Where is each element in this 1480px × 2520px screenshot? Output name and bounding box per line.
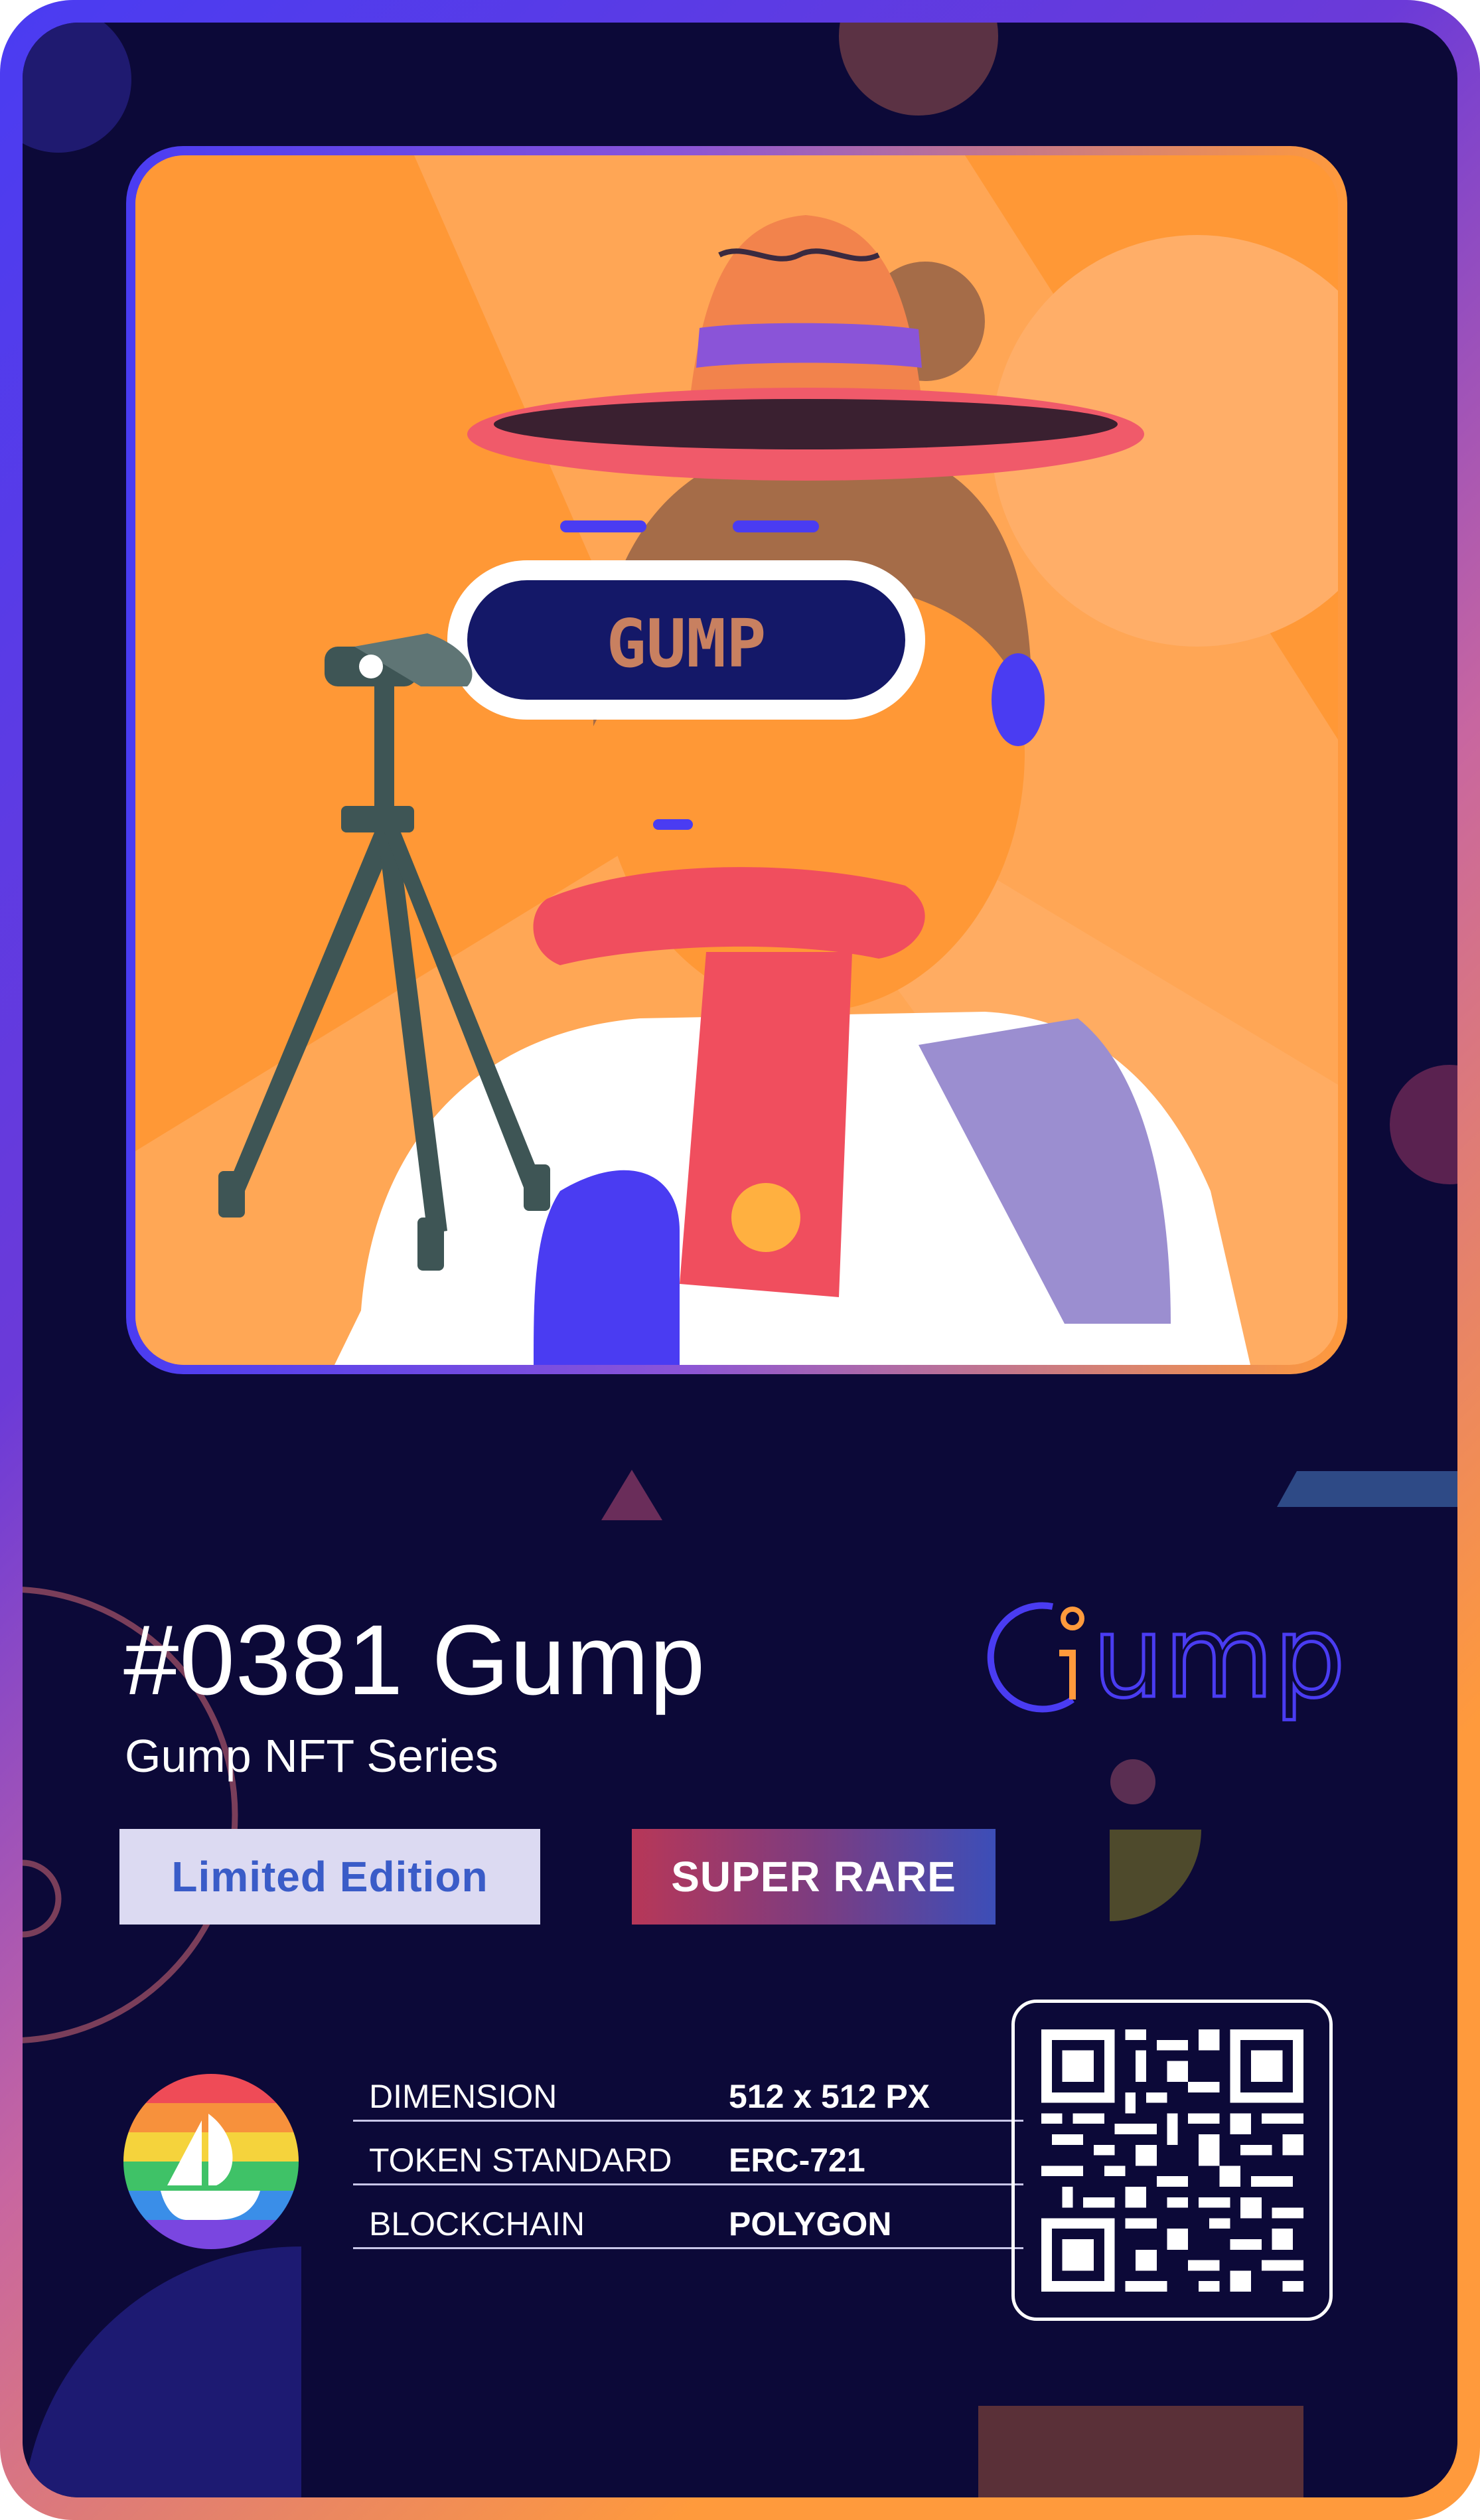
deco-triangle — [601, 1470, 662, 1520]
spec-value: 512 x 512 PX — [729, 2078, 930, 2115]
deco-quarter-circle — [1110, 1830, 1201, 1921]
spec-row-token-standard: TOKEN STANDARD ERC-721 — [353, 2122, 1023, 2185]
deco-quarter-bottom-left — [24, 2246, 301, 2497]
spec-label: DIMENSION — [369, 2078, 557, 2115]
nft-series: Gump NFT Series — [125, 1730, 498, 1782]
artwork-frame: GUMP — [126, 146, 1347, 1374]
deco-dot — [1110, 1759, 1155, 1804]
opensea-icon[interactable] — [123, 2074, 299, 2249]
brand-wordmark-text: ump — [1092, 1592, 1345, 1723]
qr-code-frame[interactable] — [1011, 2000, 1333, 2321]
spec-row-dimension: DIMENSION 512 x 512 PX — [353, 2058, 1023, 2122]
deco-circle-top-left — [23, 23, 131, 153]
nft-card: GUMP #0381 Gump Gump NFT Series ump Limi… — [23, 23, 1457, 2497]
goggles-text: GUMP — [607, 605, 767, 682]
gump-logo-icon: ump — [987, 1591, 1347, 1725]
spec-row-blockchain: BLOCKCHAIN POLYGON — [353, 2185, 1023, 2249]
deco-rect-bottom — [978, 2406, 1303, 2497]
deco-circle-right — [1390, 1065, 1457, 1184]
limited-edition-badge: Limited Edition — [119, 1829, 540, 1925]
qr-code-icon — [1041, 2029, 1303, 2292]
super-rare-badge: SUPER RARE — [632, 1829, 996, 1925]
spec-label: BLOCKCHAIN — [369, 2205, 585, 2243]
spec-table: DIMENSION 512 x 512 PX TOKEN STANDARD ER… — [353, 2058, 1023, 2249]
spec-value: ERC-721 — [729, 2142, 865, 2179]
artwork-illustration: GUMP — [135, 155, 1338, 1365]
deco-circle-top — [839, 23, 998, 116]
spec-value: POLYGON — [729, 2205, 892, 2243]
deco-small-ring — [23, 1859, 62, 1938]
spec-label: TOKEN STANDARD — [369, 2142, 672, 2179]
nft-title: #0381 Gump — [123, 1604, 706, 1715]
nft-artwork: GUMP — [135, 155, 1338, 1365]
deco-stripe — [1277, 1471, 1457, 1507]
